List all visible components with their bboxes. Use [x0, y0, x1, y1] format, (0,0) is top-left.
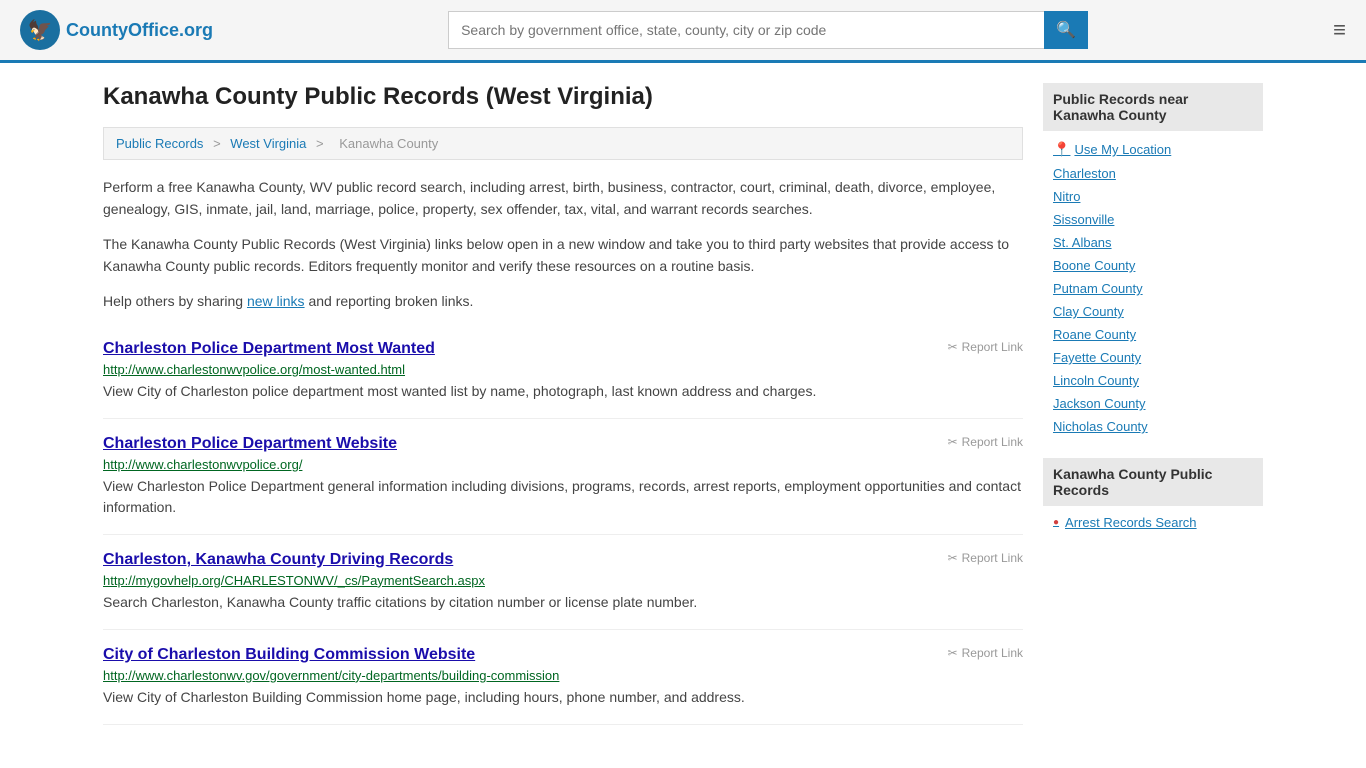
- result-item: Charleston, Kanawha County Driving Recor…: [103, 535, 1023, 630]
- main-container: Kanawha County Public Records (West Virg…: [83, 63, 1283, 745]
- result-url[interactable]: http://www.charlestonwv.gov/government/c…: [103, 668, 1023, 683]
- description-2: The Kanawha County Public Records (West …: [103, 233, 1023, 278]
- result-desc: View City of Charleston Building Commiss…: [103, 687, 1023, 708]
- menu-button[interactable]: ≡: [1333, 17, 1346, 43]
- result-title[interactable]: Charleston Police Department Website: [103, 435, 397, 453]
- use-my-location-link[interactable]: 📍 Use My Location: [1043, 137, 1263, 162]
- sidebar-link-st-albans[interactable]: St. Albans: [1043, 231, 1263, 254]
- site-logo[interactable]: 🦅 CountyOffice.org: [20, 10, 213, 50]
- main-content: Kanawha County Public Records (West Virg…: [103, 83, 1023, 725]
- records-heading: Kanawha County Public Records: [1043, 458, 1263, 506]
- bullet-icon: ●: [1053, 517, 1059, 528]
- sidebar-link-sissonville[interactable]: Sissonville: [1043, 208, 1263, 231]
- breadcrumb: Public Records > West Virginia > Kanawha…: [103, 127, 1023, 160]
- report-link-button[interactable]: ✂ Report Link: [948, 340, 1023, 354]
- report-icon: ✂: [948, 551, 958, 565]
- sidebar-link-nitro[interactable]: Nitro: [1043, 185, 1263, 208]
- report-link-button[interactable]: ✂ Report Link: [948, 551, 1023, 565]
- site-header: 🦅 CountyOffice.org 🔍 ≡: [0, 0, 1366, 63]
- location-pin-icon: 📍: [1053, 141, 1070, 158]
- report-icon: ✂: [948, 340, 958, 354]
- report-icon: ✂: [948, 646, 958, 660]
- result-desc: Search Charleston, Kanawha County traffi…: [103, 592, 1023, 613]
- arrest-records-link[interactable]: ● Arrest Records Search: [1043, 512, 1263, 533]
- records-section: Kanawha County Public Records ● Arrest R…: [1043, 458, 1263, 533]
- breadcrumb-kanawha-county: Kanawha County: [339, 136, 438, 151]
- sidebar-link-jackson-county[interactable]: Jackson County: [1043, 392, 1263, 415]
- report-link-button[interactable]: ✂ Report Link: [948, 646, 1023, 660]
- result-title[interactable]: City of Charleston Building Commission W…: [103, 646, 475, 664]
- results-list: Charleston Police Department Most Wanted…: [103, 324, 1023, 725]
- sidebar-link-putnam-county[interactable]: Putnam County: [1043, 277, 1263, 300]
- result-url[interactable]: http://mygovhelp.org/CHARLESTONWV/_cs/Pa…: [103, 573, 1023, 588]
- description-3: Help others by sharing new links and rep…: [103, 290, 1023, 312]
- result-item: Charleston Police Department Website ✂ R…: [103, 419, 1023, 535]
- breadcrumb-public-records[interactable]: Public Records: [116, 136, 203, 151]
- sidebar: Public Records near Kanawha County 📍 Use…: [1043, 83, 1263, 725]
- description-1: Perform a free Kanawha County, WV public…: [103, 176, 1023, 221]
- result-desc: View Charleston Police Department genera…: [103, 476, 1023, 518]
- search-input[interactable]: [448, 11, 1044, 49]
- result-url[interactable]: http://www.charlestonwvpolice.org/: [103, 457, 1023, 472]
- new-links-link[interactable]: new links: [247, 293, 305, 309]
- sidebar-link-charleston[interactable]: Charleston: [1043, 162, 1263, 185]
- result-desc: View City of Charleston police departmen…: [103, 381, 1023, 402]
- sidebar-link-lincoln-county[interactable]: Lincoln County: [1043, 369, 1263, 392]
- search-button[interactable]: 🔍: [1044, 11, 1088, 49]
- report-icon: ✂: [948, 435, 958, 449]
- report-link-button[interactable]: ✂ Report Link: [948, 435, 1023, 449]
- result-item: Charleston Police Department Most Wanted…: [103, 324, 1023, 419]
- logo-text: CountyOffice.org: [66, 20, 213, 41]
- result-title[interactable]: Charleston, Kanawha County Driving Recor…: [103, 551, 453, 569]
- sidebar-link-boone-county[interactable]: Boone County: [1043, 254, 1263, 277]
- sidebar-link-roane-county[interactable]: Roane County: [1043, 323, 1263, 346]
- sidebar-link-fayette-county[interactable]: Fayette County: [1043, 346, 1263, 369]
- nearby-section: Public Records near Kanawha County 📍 Use…: [1043, 83, 1263, 438]
- result-title[interactable]: Charleston Police Department Most Wanted: [103, 340, 435, 358]
- result-url[interactable]: http://www.charlestonwvpolice.org/most-w…: [103, 362, 1023, 377]
- search-area: 🔍: [448, 11, 1088, 49]
- page-title: Kanawha County Public Records (West Virg…: [103, 83, 1023, 111]
- breadcrumb-west-virginia[interactable]: West Virginia: [230, 136, 306, 151]
- sidebar-link-nicholas-county[interactable]: Nicholas County: [1043, 415, 1263, 438]
- nearby-heading: Public Records near Kanawha County: [1043, 83, 1263, 131]
- sidebar-link-clay-county[interactable]: Clay County: [1043, 300, 1263, 323]
- logo-icon: 🦅: [20, 10, 60, 50]
- result-item: City of Charleston Building Commission W…: [103, 630, 1023, 725]
